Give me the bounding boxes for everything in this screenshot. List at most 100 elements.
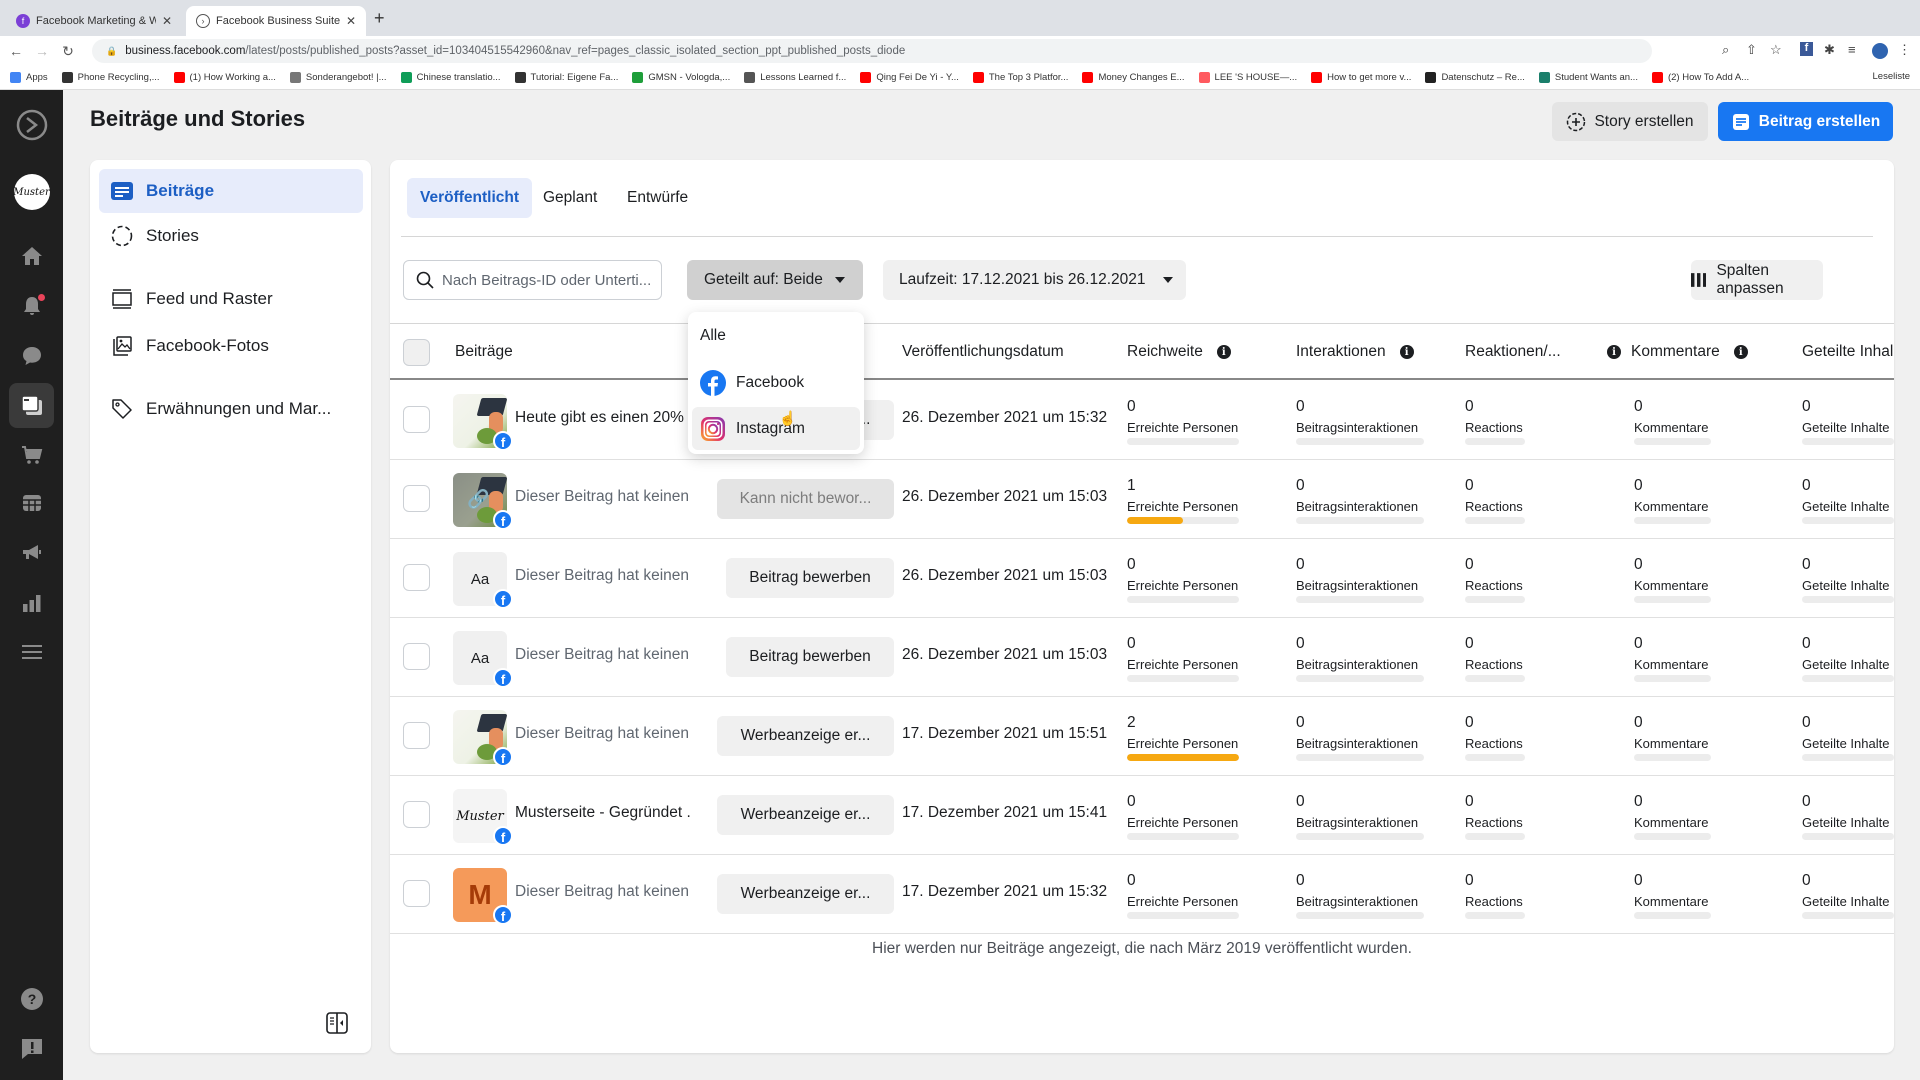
table-row[interactable]: Mf Dieser Beitrag hat keinen ... Werbeanze… [390,855,1894,934]
table-row[interactable]: 🔗 f Dieser Beitrag hat keinen ... Kann nich… [390,460,1894,539]
reading-list-button[interactable]: Leseliste [1873,71,1911,82]
feedback-report-icon[interactable] [0,1029,63,1069]
address-bar[interactable]: 🔒 business.facebook.com/latest/posts/pub… [92,39,1652,63]
home-icon[interactable] [0,236,63,276]
column-header-posts[interactable]: Beiträge [455,324,513,380]
bookmark-item[interactable]: How to get more v... [1311,72,1411,83]
business-suite-logo-icon[interactable] [0,105,63,145]
back-icon[interactable]: ← [6,43,26,59]
all-tools-menu-icon[interactable] [0,632,63,672]
column-header-comments[interactable]: i Kommentare i [1607,324,1748,380]
bookmark-item[interactable]: Datenschutz – Re... [1425,72,1525,83]
bookmark-item[interactable]: Chinese translatio... [400,72,501,83]
bookmark-item[interactable]: (1) How Working a... [173,72,276,83]
posts-stories-nav-icon[interactable] [9,383,54,428]
column-header-reach[interactable]: Reichweite i [1127,324,1231,380]
table-row[interactable]: fHeute gibt es einen 20%Werbeanzeige er.… [390,381,1894,460]
bookmark-item[interactable]: The Top 3 Platfor... [972,72,1068,83]
row-checkbox[interactable] [403,801,430,828]
browser-menu-icon[interactable]: ⋮ [1898,42,1911,58]
search-input[interactable]: Nach Beitrags-ID oder Unterti... [403,260,662,300]
sidebar-item-feed-grid[interactable]: Feed und Raster [99,277,363,321]
extensions-puzzle-icon[interactable]: ✱ [1824,42,1835,58]
row-checkbox[interactable] [403,880,430,907]
row-checkbox[interactable] [403,643,430,670]
bookmark-star-icon[interactable]: ☆ [1770,42,1782,58]
bookmark-item[interactable]: Qing Fei De Yi - Y... [860,72,959,83]
create-ad-button[interactable]: Werbeanzeige er... [717,795,894,835]
date-range-filter-dropdown[interactable]: Laufzeit: 17.12.2021 bis 26.12.2021 [883,260,1186,300]
column-header-shares[interactable]: Geteilte Inhal [1802,324,1893,380]
table-row[interactable]: f Dieser Beitrag hat keinen ... Werbeanzei… [390,697,1894,776]
share-icon[interactable]: ⇧ [1746,42,1757,58]
insights-bar-chart-icon[interactable] [0,583,63,623]
close-tab-icon[interactable]: ✕ [162,14,172,28]
boost-post-button[interactable]: Beitrag bewerben [726,637,894,677]
create-story-button[interactable]: Story erstellen [1552,102,1708,141]
forward-icon[interactable]: → [32,43,52,59]
info-icon[interactable]: i [1216,345,1231,359]
ads-megaphone-icon[interactable] [0,533,63,573]
post-text[interactable]: Dieser Beitrag hat keinen ... [515,883,690,901]
post-text[interactable]: Dieser Beitrag hat keinen T... [515,567,690,585]
collapse-sidebar-button[interactable] [326,1012,348,1034]
table-row[interactable]: AafDieser Beitrag hat keinen T... Beitrag… [390,618,1894,697]
bookmark-item[interactable]: (2) How To Add A... [1651,72,1749,83]
post-text[interactable]: Heute gibt es einen 20% [515,409,690,427]
bookmark-item[interactable]: LEE 'S HOUSE—... [1198,72,1297,83]
create-post-button[interactable]: Beitrag erstellen [1718,102,1893,141]
tab-published[interactable]: Veröffentlicht [407,178,533,218]
bookmark-item[interactable]: Sonderangebot! |... [289,72,387,83]
sidebar-item-stories[interactable]: Stories [99,214,363,258]
sidebar-item-mentions-tags[interactable]: Erwähnungen und Mar... [99,387,363,431]
bookmark-item[interactable]: Apps [10,72,48,83]
profile-avatar-icon[interactable] [1872,43,1888,59]
zoom-icon[interactable]: ⌕ [1722,42,1729,58]
column-header-publish-date[interactable]: Veröffentlichungsdatum [902,324,1064,380]
row-checkbox[interactable] [403,722,430,749]
sidebar-item-facebook-photos[interactable]: Facebook-Fotos [99,324,363,368]
help-icon[interactable]: ? [0,979,63,1019]
post-text[interactable]: Dieser Beitrag hat keinen ... [515,725,690,743]
page-avatar[interactable]: Muster [0,172,63,212]
row-checkbox[interactable] [403,485,430,512]
planner-calendar-icon[interactable] [0,483,63,523]
browser-tab-active[interactable]: › Facebook Business Suite ✕ [186,6,366,36]
shop-cart-icon[interactable] [0,435,63,475]
bookmark-item[interactable]: GMSN - Vologda,... [632,72,730,83]
bookmark-item[interactable]: Student Wants an... [1538,72,1638,83]
info-icon[interactable]: i [1399,345,1414,359]
info-icon[interactable]: i [1607,345,1621,359]
info-icon[interactable]: i [1733,345,1748,359]
boost-post-button[interactable]: Beitrag bewerben [726,558,894,598]
table-row[interactable]: Muster f Musterseite - Gegründet ... Werbea… [390,776,1894,855]
inbox-chat-icon[interactable] [0,336,63,376]
dropdown-option-all[interactable]: Alle [692,314,860,357]
close-tab-icon[interactable]: ✕ [346,14,356,28]
tab-scheduled[interactable]: Geplant [530,178,610,218]
reload-icon[interactable]: ↻ [58,43,78,60]
facebook-extension-icon[interactable]: f [1800,42,1813,56]
shared-on-filter-dropdown[interactable]: Geteilt auf: Beide [687,260,863,300]
media-icon[interactable]: ≡ [1848,42,1856,57]
post-text[interactable]: Dieser Beitrag hat keinen ... [515,488,690,506]
new-tab-icon[interactable]: + [374,8,385,29]
dropdown-option-facebook[interactable]: Facebook [692,361,860,404]
customize-columns-button[interactable]: Spalten anpassen [1691,260,1823,300]
row-checkbox[interactable] [403,564,430,591]
create-ad-button[interactable]: Werbeanzeige er... [717,716,894,756]
dropdown-option-instagram[interactable]: Instagram [692,407,860,450]
sidebar-item-posts[interactable]: Beiträge [99,169,363,213]
row-checkbox[interactable] [403,406,430,433]
bookmark-item[interactable]: Money Changes E... [1082,72,1185,83]
table-row[interactable]: AafDieser Beitrag hat keinen T... Beitrag… [390,539,1894,618]
tab-drafts[interactable]: Entwürfe [614,178,701,218]
bookmark-item[interactable]: Tutorial: Eigene Fa... [514,72,618,83]
bookmark-item[interactable]: Phone Recycling,... [61,72,160,83]
post-text[interactable]: Musterseite - Gegründet ... [515,804,690,822]
column-header-interactions[interactable]: Interaktionen i [1296,324,1414,380]
create-ad-button[interactable]: Werbeanzeige er... [717,874,894,914]
notifications-bell-icon[interactable] [0,286,63,326]
bookmark-item[interactable]: Lessons Learned f... [744,72,846,83]
select-all-checkbox[interactable] [403,324,430,380]
